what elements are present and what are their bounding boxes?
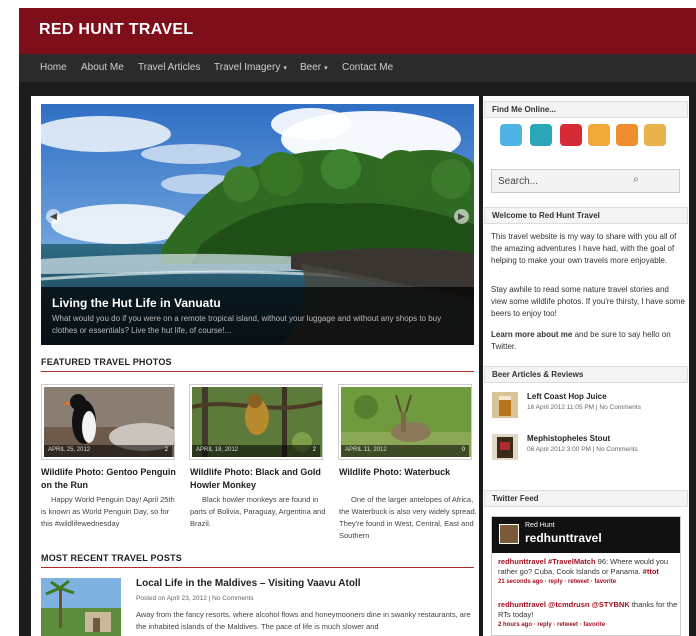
nav-item-label: Travel Articles [138, 62, 201, 73]
nav-item-label: Beer [300, 62, 322, 73]
beer-article-meta: 16 April 2012 11:05 PM | No Comments [527, 404, 641, 411]
tweet: redhunttravel @tcmdrusn @STYBNK thanks f… [498, 600, 680, 630]
chevron-down-icon: ▾ [324, 65, 328, 72]
maldives-image [41, 578, 121, 636]
featured-photo-title[interactable]: Wildlife Photo: Gentoo Penguin on the Ru… [41, 466, 181, 492]
twitter-widget: Red Hunt redhunttravel redhunttravel #Tr… [491, 516, 681, 636]
email-icon[interactable] [644, 124, 666, 146]
featured-slider[interactable]: ◀ ▶ Living the Hut Life in Vanuatu What … [41, 104, 474, 345]
beer-thumb[interactable] [492, 434, 518, 460]
slider-prev-button[interactable]: ◀ [46, 209, 61, 224]
tweet-meta[interactable]: 21 seconds ago · reply · retweet · favor… [498, 577, 680, 587]
beer-article-meta: 06 April 2012 3:00 PM | No Comments [527, 446, 638, 453]
beer-title: Beer Articles & Reviews [484, 366, 688, 383]
photo-comment-count[interactable]: 2 [313, 447, 316, 453]
nav-item-travel-imagery[interactable]: Travel Imagery ▾ [214, 62, 287, 73]
stumbleupon-icon[interactable] [530, 124, 552, 146]
search-icon[interactable]: ⌕ [633, 174, 639, 185]
photo-comment-count[interactable]: 0 [462, 447, 465, 453]
nav-item-home[interactable]: Home [40, 62, 67, 73]
photo-comment-count[interactable]: 2 [165, 447, 168, 453]
avatar[interactable] [499, 524, 519, 544]
photo-date: APRIL 11, 2012 [345, 447, 387, 453]
beer-article-title[interactable]: Left Coast Hop Juice [527, 392, 607, 401]
search-box: ⌕ [491, 169, 680, 193]
nav-item-beer[interactable]: Beer ▾ [300, 62, 328, 73]
nav-item-about-me[interactable]: About Me [81, 62, 124, 73]
featured-photo-excerpt: Happy World Penguin Day! April 25th is k… [41, 495, 175, 528]
page: RED HUNT TRAVEL Home About Me Travel Art… [0, 0, 696, 636]
nav-item-label: Home [40, 62, 67, 73]
featured-photo-thumb[interactable]: APRIL 25, 2012 2 [41, 384, 175, 460]
section-divider [41, 371, 474, 372]
recent-post-thumb[interactable] [41, 578, 121, 636]
featured-photo-title[interactable]: Wildlife Photo: Black and Gold Howler Mo… [190, 466, 330, 492]
recent-post-excerpt: Away from the fancy resorts, where alcoh… [136, 610, 471, 631]
twitter-icon[interactable] [500, 124, 522, 146]
photo-date: APRIL 25, 2012 [48, 447, 91, 453]
nav-item-travel-articles[interactable]: Travel Articles [138, 62, 200, 73]
learn-more-link[interactable]: Learn more about me [491, 330, 572, 339]
welcome-title: Welcome to Red Hunt Travel [484, 207, 688, 224]
slider-caption: Living the Hut Life in Vanuatu What woul… [41, 287, 474, 345]
nav-item-label: Travel Imagery [214, 62, 281, 73]
photo-date: APRIL 18, 2012 [196, 447, 239, 453]
recent-posts-heading: MOST RECENT TRAVEL POSTS [41, 553, 182, 563]
welcome-paragraph: This travel website is my way to share w… [491, 232, 677, 265]
main-nav: Home About Me Travel Articles Travel Ima… [19, 54, 696, 82]
site-title[interactable]: RED HUNT TRAVEL [39, 21, 193, 39]
flickr-icon[interactable] [588, 124, 610, 146]
twitter-header: Red Hunt redhunttravel [492, 517, 680, 553]
twitter-display-name: Red Hunt [525, 522, 555, 529]
section-divider [41, 567, 474, 568]
chevron-down-icon: ▾ [283, 65, 287, 72]
nav-item-label: Contact Me [342, 62, 394, 73]
beer-article-title[interactable]: Mephistopheles Stout [527, 434, 610, 443]
recent-post-title[interactable]: Local Life in the Maldives – Visiting Va… [136, 578, 361, 589]
tweet-user[interactable]: redhunttravel [498, 557, 546, 566]
welcome-paragraph: Learn more about me and be sure to say h… [491, 329, 686, 353]
photo-meta-bar: APRIL 25, 2012 2 [44, 445, 172, 457]
tweet-hashtag[interactable]: #TravelMatch [548, 557, 596, 566]
slider-next-button[interactable]: ▶ [454, 209, 469, 224]
tweet-mention[interactable]: @tcmdrusn @STYBNK [548, 600, 630, 609]
featured-photos-heading: FEATURED TRAVEL PHOTOS [41, 357, 172, 367]
recent-post-meta: Posted on April 23, 2012 | No Comments [136, 595, 254, 602]
tweet: redhunttravel #TravelMatch 96: Where wou… [498, 557, 680, 587]
find-me-title: Find Me Online... [484, 101, 688, 118]
pinterest-icon[interactable] [560, 124, 582, 146]
featured-photo-excerpt: One of the larger antelopes of Africa, t… [339, 495, 477, 540]
twitter-handle[interactable]: redhunttravel [525, 531, 602, 545]
nav-item-contact-me[interactable]: Contact Me [342, 62, 393, 73]
search-input[interactable] [492, 170, 647, 192]
tweet-user[interactable]: redhunttravel [498, 600, 546, 609]
featured-photo-title[interactable]: Wildlife Photo: Waterbuck [339, 466, 479, 479]
featured-photo-thumb[interactable]: APRIL 18, 2012 2 [189, 384, 323, 460]
beer-thumb[interactable] [492, 392, 518, 418]
photo-meta-bar: APRIL 11, 2012 0 [341, 445, 469, 457]
nav-item-label: About Me [81, 62, 124, 73]
site-header: RED HUNT TRAVEL [19, 8, 696, 54]
tweet-meta[interactable]: 2 hours ago · reply · retweet · favorite [498, 620, 680, 630]
tweet-hashtag[interactable]: #ttot [643, 567, 659, 576]
slider-caption-title[interactable]: Living the Hut Life in Vanuatu [52, 296, 221, 310]
welcome-paragraph: Stay awhile to read some nature travel s… [491, 285, 685, 318]
twitter-feed-title: Twitter Feed [484, 490, 688, 507]
rss-icon[interactable] [616, 124, 638, 146]
photo-meta-bar: APRIL 18, 2012 2 [192, 445, 320, 457]
slider-caption-text: What would you do if you were on a remot… [52, 314, 442, 335]
featured-photo-excerpt: Black howler monkeys are found in parts … [190, 495, 326, 528]
featured-photo-thumb[interactable]: APRIL 11, 2012 0 [338, 384, 472, 460]
